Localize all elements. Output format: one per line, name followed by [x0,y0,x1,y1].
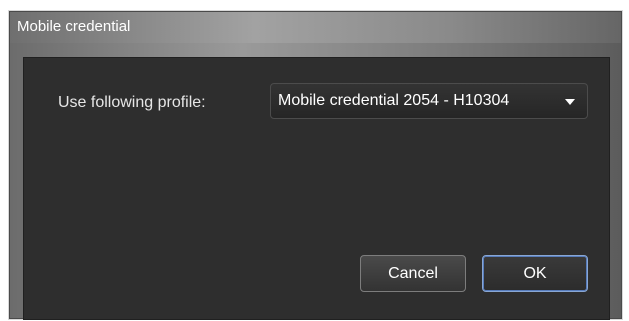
dialog-titlebar: Mobile credential [10,12,621,43]
chevron-down-icon [565,99,575,105]
profile-select-value: Mobile credential 2054 - H10304 [278,92,510,109]
profile-label: Use following profile: [58,94,206,111]
ok-button[interactable]: OK [482,255,588,292]
dialog-content: Use following profile: Mobile credential… [23,57,610,320]
cancel-button[interactable]: Cancel [360,255,466,292]
profile-select[interactable]: Mobile credential 2054 - H10304 [270,83,588,119]
mobile-credential-dialog: Mobile credential Use following profile:… [9,11,622,320]
dialog-title: Mobile credential [17,18,131,35]
